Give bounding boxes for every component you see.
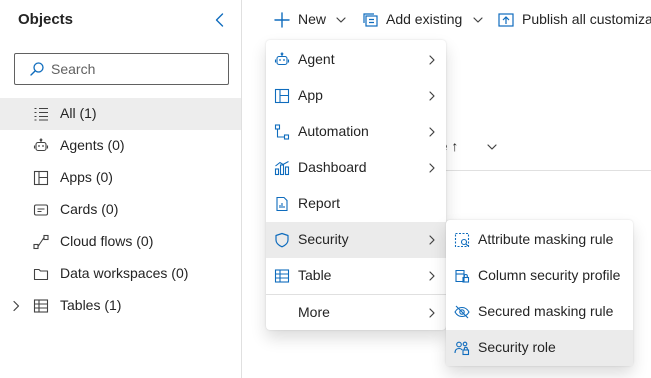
table-icon bbox=[274, 268, 290, 284]
flow-icon bbox=[33, 234, 49, 250]
chevron-right-icon bbox=[426, 90, 438, 102]
sidebar-item-label: Cards bbox=[60, 201, 98, 217]
sidebar-item-cloud-flows[interactable]: Cloud flows (0) bbox=[0, 226, 241, 258]
bot-icon bbox=[274, 52, 290, 68]
sidebar-item-label: Tables bbox=[60, 297, 101, 313]
publish-label: Publish all customiza bbox=[522, 11, 651, 27]
report-icon bbox=[274, 196, 290, 212]
menu-item-label: Attribute masking rule bbox=[478, 231, 614, 247]
app-icon bbox=[274, 88, 290, 104]
sidebar-item-label: Data workspaces bbox=[60, 265, 168, 281]
sidebar-item-count: (1) bbox=[104, 297, 122, 313]
chevron-down-icon bbox=[472, 14, 484, 26]
menu-item-label: Automation bbox=[298, 123, 369, 139]
menu-item-report[interactable]: Report bbox=[266, 186, 446, 222]
grid-divider bbox=[428, 170, 651, 171]
menu-item-more[interactable]: More bbox=[266, 295, 446, 331]
search-input[interactable] bbox=[51, 59, 221, 79]
sidebar-item-count: (0) bbox=[171, 265, 189, 281]
eye-off-icon bbox=[454, 304, 470, 320]
search-icon bbox=[29, 61, 45, 77]
menu-item-attribute-masking-rule[interactable]: Attribute masking rule bbox=[446, 222, 633, 258]
chevron-right-icon bbox=[426, 234, 438, 246]
chevron-right-icon bbox=[426, 307, 438, 319]
folder-icon bbox=[33, 266, 49, 282]
app-icon bbox=[33, 170, 49, 186]
sidebar-item-data-workspaces[interactable]: Data workspaces (0) bbox=[0, 258, 241, 290]
menu-item-label: Column security profile bbox=[478, 267, 621, 283]
new-button[interactable]: New bbox=[273, 0, 353, 40]
objects-sidebar: Objects All (1) Agents (0) Apps (0) bbox=[0, 0, 242, 378]
menu-item-label: Security role bbox=[478, 339, 556, 355]
menu-item-dashboard[interactable]: Dashboard bbox=[266, 150, 446, 186]
menu-item-table[interactable]: Table bbox=[266, 258, 446, 294]
people-lock-icon bbox=[454, 340, 470, 356]
new-menu: Agent App Automation Dashboard Report Se… bbox=[266, 40, 446, 330]
column-security-icon bbox=[454, 268, 470, 284]
card-icon bbox=[33, 202, 49, 218]
menu-item-label: Dashboard bbox=[298, 159, 367, 175]
sidebar-item-count: (0) bbox=[101, 201, 119, 217]
sidebar-item-count: (0) bbox=[95, 169, 113, 185]
add-existing-label: Add existing bbox=[386, 11, 463, 27]
sidebar-item-count: (0) bbox=[107, 137, 125, 153]
menu-item-column-security-profile[interactable]: Column security profile bbox=[446, 258, 633, 294]
table-icon bbox=[33, 298, 49, 314]
chevron-right-icon bbox=[426, 126, 438, 138]
sidebar-item-label: Cloud flows bbox=[60, 233, 133, 249]
menu-item-app[interactable]: App bbox=[266, 78, 446, 114]
add-existing-icon bbox=[361, 11, 379, 29]
chevron-right-icon[interactable] bbox=[9, 299, 23, 313]
sidebar-item-all[interactable]: All (1) bbox=[0, 98, 241, 130]
menu-item-label: App bbox=[298, 87, 323, 103]
sidebar-header: Objects bbox=[0, 0, 242, 42]
sidebar-item-label: Apps bbox=[60, 169, 92, 185]
menu-item-label: Agent bbox=[298, 51, 335, 67]
menu-item-security[interactable]: Security bbox=[266, 222, 446, 258]
chevron-right-icon bbox=[426, 270, 438, 282]
menu-item-label: Report bbox=[298, 195, 341, 211]
flow-icon bbox=[274, 124, 290, 140]
sidebar-item-tables[interactable]: Tables (1) bbox=[0, 290, 241, 322]
shield-icon bbox=[274, 232, 290, 248]
sidebar-item-cards[interactable]: Cards (0) bbox=[0, 194, 241, 226]
chevron-down-icon bbox=[335, 14, 347, 26]
chevron-right-icon bbox=[426, 54, 438, 66]
sidebar-title: Objects bbox=[18, 11, 74, 28]
sidebar-item-agents[interactable]: Agents (0) bbox=[0, 130, 241, 162]
sidebar-item-label: All bbox=[60, 105, 76, 121]
menu-item-label: Table bbox=[298, 267, 332, 283]
menu-item-automation[interactable]: Automation bbox=[266, 114, 446, 150]
menu-item-label: Secured masking rule bbox=[478, 303, 614, 319]
sidebar-item-apps[interactable]: Apps (0) bbox=[0, 162, 241, 194]
attribute-masking-icon bbox=[454, 232, 470, 248]
menu-item-security-role[interactable]: Security role bbox=[446, 330, 633, 366]
publish-all-button[interactable]: Publish all customiza bbox=[497, 0, 651, 40]
chevron-right-icon bbox=[426, 162, 438, 174]
command-bar: New Add existing Publish all customiza bbox=[243, 0, 651, 40]
sidebar-item-label: Agents bbox=[60, 137, 104, 153]
menu-item-agent[interactable]: Agent bbox=[266, 42, 446, 78]
security-submenu: Attribute masking rule Column security p… bbox=[446, 220, 633, 366]
list-icon bbox=[33, 106, 49, 122]
menu-item-label: More bbox=[298, 304, 330, 320]
sidebar-item-count: (0) bbox=[136, 233, 154, 249]
chevron-left-icon[interactable] bbox=[210, 10, 230, 30]
new-button-label: New bbox=[298, 11, 327, 27]
sidebar-item-count: (1) bbox=[79, 105, 97, 121]
publish-icon bbox=[497, 11, 515, 29]
bot-icon bbox=[33, 138, 49, 154]
menu-item-label: Security bbox=[298, 231, 349, 247]
chevron-down-icon[interactable] bbox=[486, 141, 498, 153]
add-icon bbox=[273, 11, 291, 29]
add-existing-button[interactable]: Add existing bbox=[361, 0, 485, 40]
menu-item-secured-masking-rule[interactable]: Secured masking rule bbox=[446, 294, 633, 330]
search-box[interactable] bbox=[14, 53, 229, 85]
dashboard-icon bbox=[274, 160, 290, 176]
